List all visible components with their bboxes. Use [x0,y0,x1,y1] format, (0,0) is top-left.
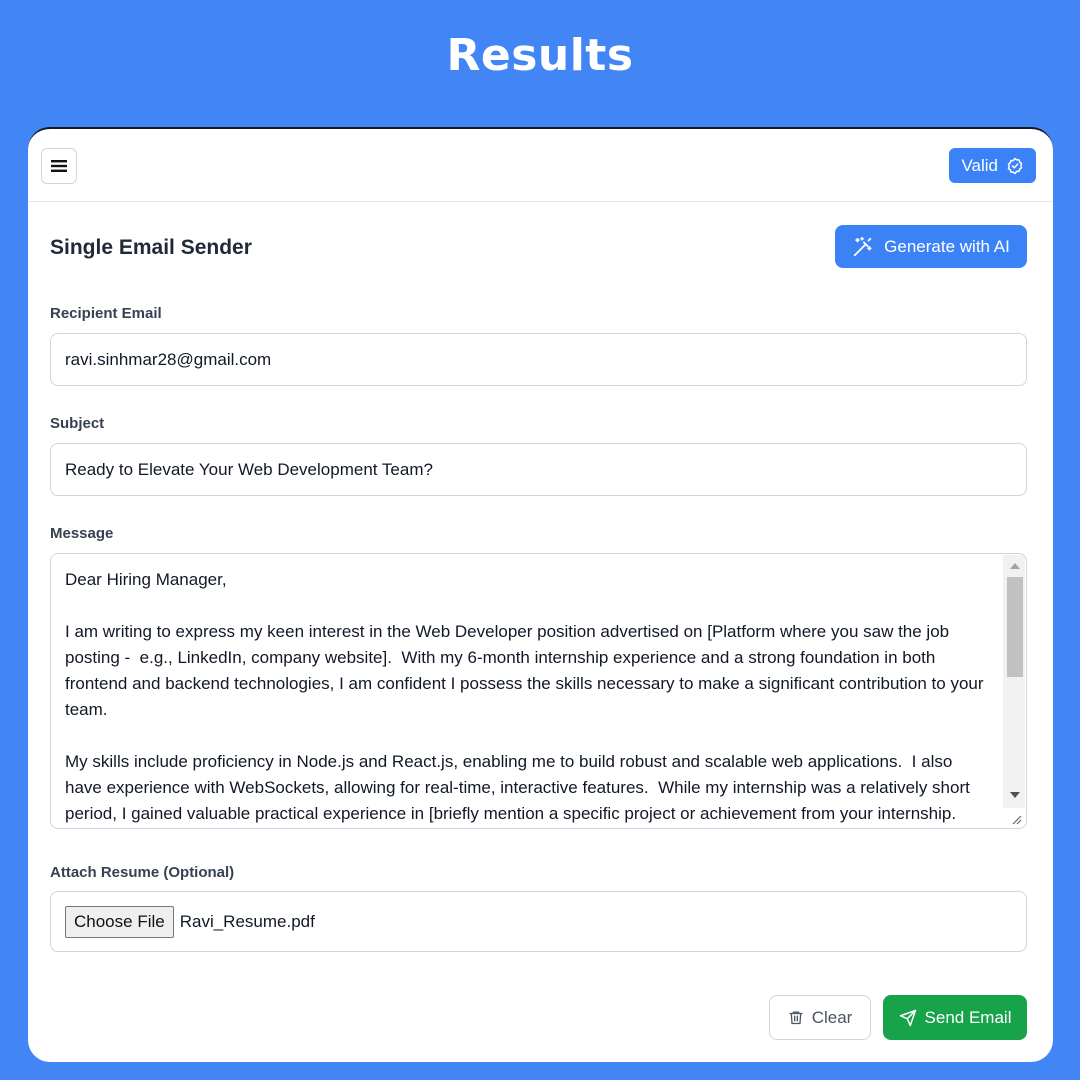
send-email-button[interactable]: Send Email [883,995,1027,1040]
resume-file-input[interactable]: Choose File Ravi_Resume.pdf [50,891,1027,952]
subject-label: Subject [50,415,105,432]
recipient-label: Recipient Email [50,305,162,322]
message-textarea[interactable]: Dear Hiring Manager, I am writing to exp… [50,553,1027,829]
scroll-down-icon[interactable] [1010,792,1020,798]
badge-check-icon [1006,157,1024,175]
recipient-value: ravi.sinhmar28@gmail.com [65,349,272,369]
subject-input[interactable]: Ready to Elevate Your Web Development Te… [50,443,1027,496]
message-value: Dear Hiring Manager, I am writing to exp… [65,570,984,823]
attach-label: Attach Resume (Optional) [50,864,235,881]
top-bar: Valid [28,129,1053,202]
form-title: Single Email Sender [50,236,252,259]
send-label: Send Email [924,1007,1012,1027]
clear-label: Clear [811,1007,853,1027]
scroll-up-icon[interactable] [1010,563,1020,569]
valid-status-button[interactable]: Valid [949,148,1036,183]
valid-label: Valid [961,155,998,175]
scroll-thumb[interactable] [1007,577,1023,677]
send-icon [899,1009,917,1027]
recipient-email-input[interactable]: ravi.sinhmar28@gmail.com [50,333,1027,386]
file-name: Ravi_Resume.pdf [179,911,315,931]
message-scrollbar[interactable] [1003,555,1025,808]
email-sender-card: Valid Single Email Sender Generate with … [28,127,1053,1062]
subject-value: Ready to Elevate Your Web Development Te… [65,459,433,479]
magic-wand-icon [852,236,874,258]
generate-label: Generate with AI [884,236,1010,256]
page-heading: Results [446,30,634,81]
trash-icon [788,1009,804,1026]
choose-file-button[interactable]: Choose File [65,905,174,938]
generate-with-ai-button[interactable]: Generate with AI [835,225,1027,268]
clear-button[interactable]: Clear [769,995,871,1040]
resize-grip-icon[interactable] [1010,813,1022,825]
message-label: Message [50,525,114,542]
menu-icon [51,159,67,173]
menu-button[interactable] [41,148,77,184]
